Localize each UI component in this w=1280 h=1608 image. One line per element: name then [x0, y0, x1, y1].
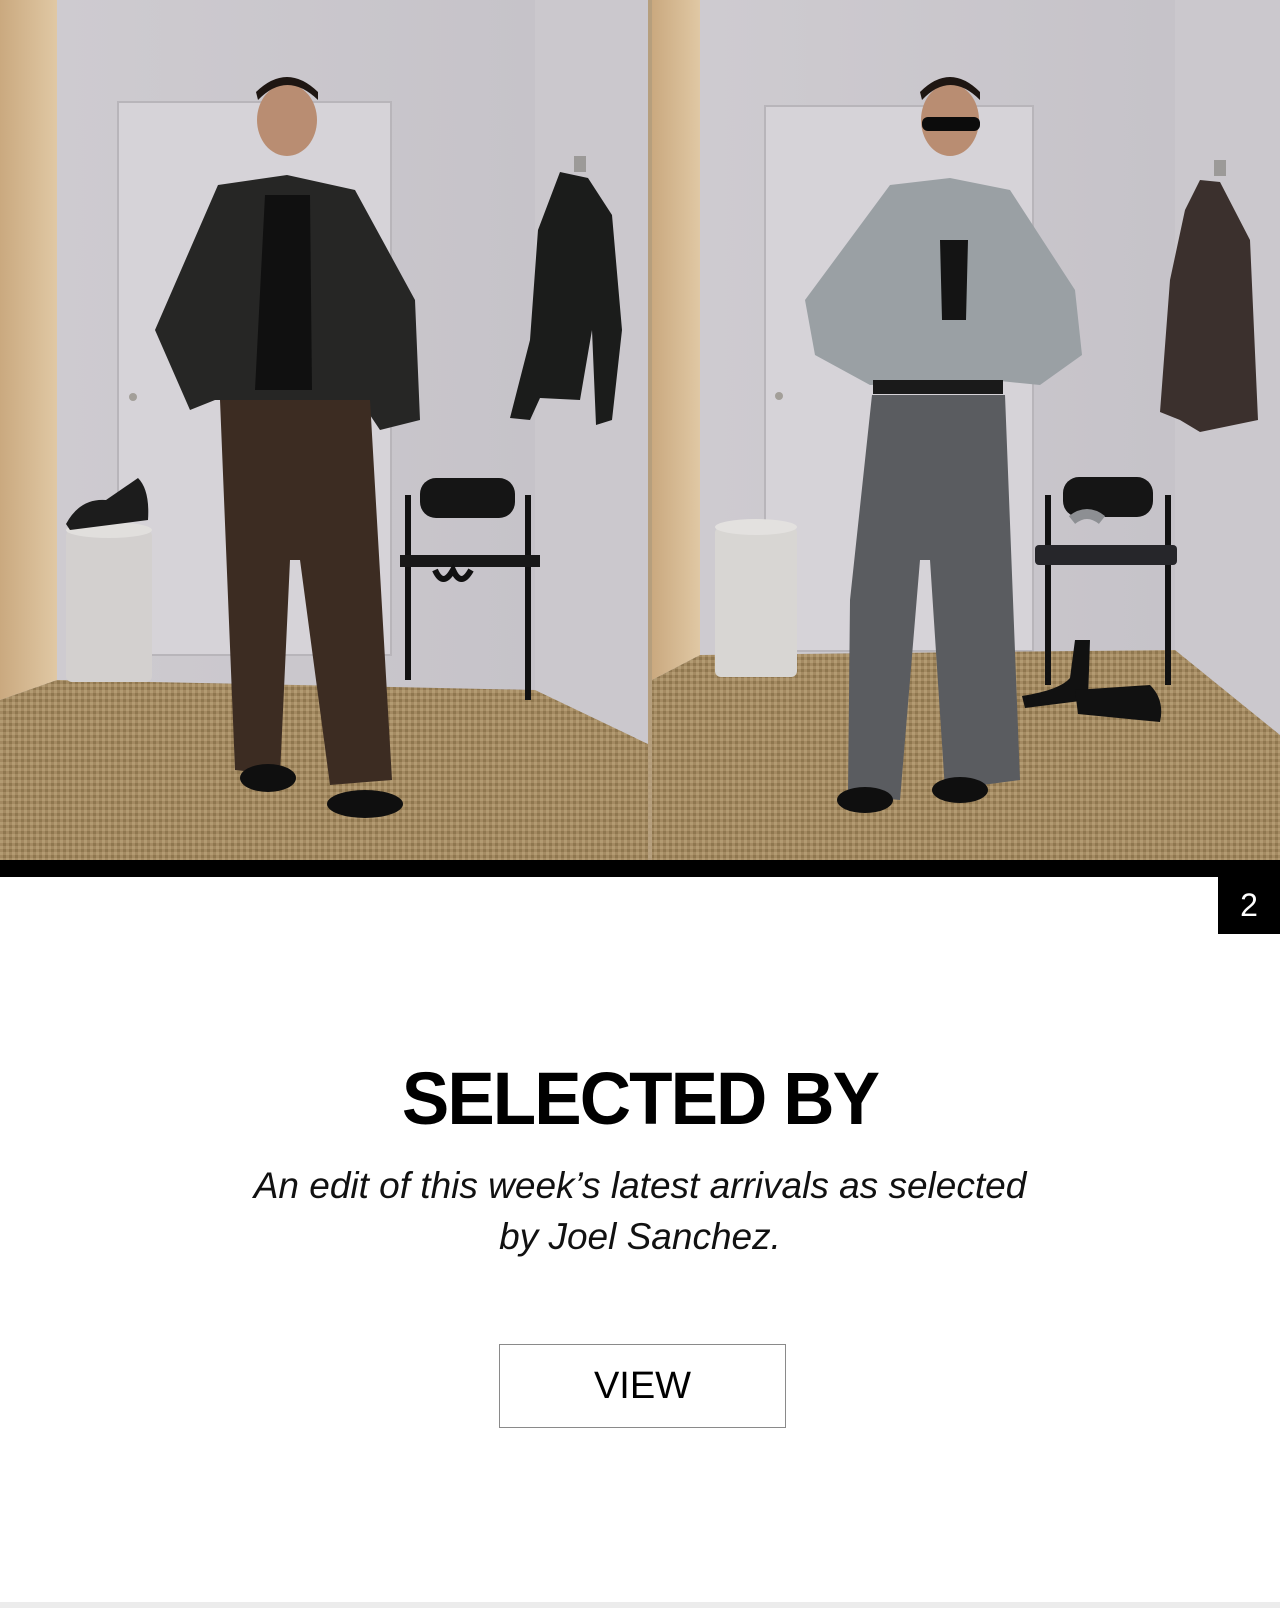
look-2-panel: [652, 0, 1280, 860]
hero-divider: [0, 860, 1280, 877]
view-button[interactable]: VIEW: [499, 1344, 786, 1428]
promo-subtitle-line-1: An edit of this week’s latest arrivals a…: [253, 1165, 1027, 1206]
hero-image[interactable]: [0, 0, 1280, 860]
slide-counter-badge: 2: [1218, 877, 1280, 934]
promo-title: SELECTED BY: [401, 1057, 880, 1140]
bottom-divider: [0, 1602, 1280, 1608]
look-1-panel: [0, 0, 650, 860]
promo-subtitle-line-2: by Joel Sanchez.: [499, 1216, 781, 1257]
promo-subtitle: An edit of this week’s latest arrivals a…: [180, 1160, 1100, 1262]
